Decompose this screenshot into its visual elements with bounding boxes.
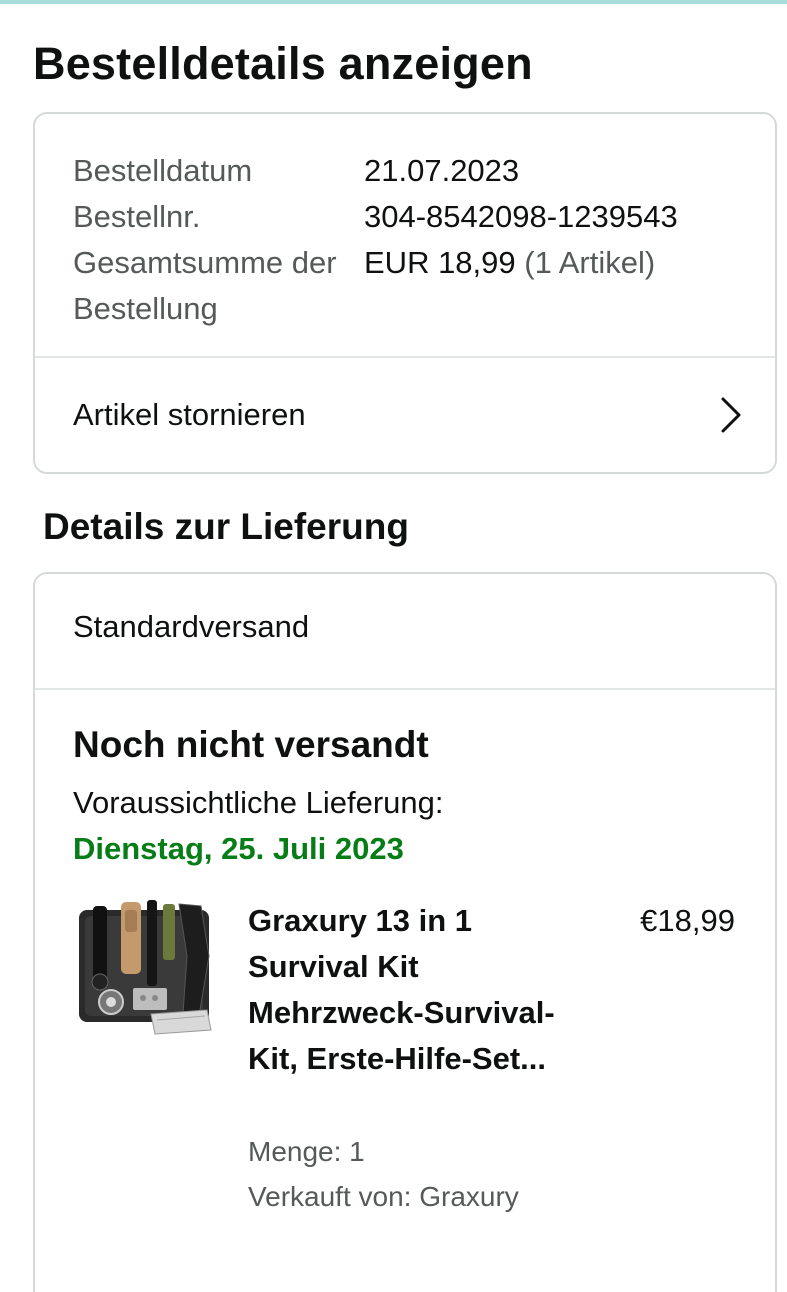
order-summary-card: Bestelldatum 21.07.2023 Bestellnr. 304-8… xyxy=(33,112,777,474)
product-seller: Verkauft von: Graxury xyxy=(248,1181,519,1212)
order-date-value: 21.07.2023 xyxy=(364,153,520,188)
order-total-row: Gesamtsumme der Bestellung EUR 18,99 (1 … xyxy=(73,240,678,332)
delivery-section-title: Details zur Lieferung xyxy=(43,506,409,547)
cancel-items-label: Artikel stornieren xyxy=(73,397,306,432)
page-title: Bestelldetails anzeigen xyxy=(33,38,533,89)
chevron-right-icon xyxy=(721,397,741,433)
order-number-value: 304-8542098-1239543 xyxy=(364,199,678,234)
shipping-method: Standardversand xyxy=(73,609,310,644)
survival-kit-product-image[interactable] xyxy=(71,896,221,1042)
order-date-label: Bestelldatum xyxy=(73,153,253,188)
order-date-row: Bestelldatum 21.07.2023 xyxy=(73,148,678,194)
shipment-status: Noch nicht versandt xyxy=(73,724,429,765)
order-total-value: EUR 18,99 (1 Artikel) xyxy=(364,240,655,332)
delivery-card: Standardversand Noch nicht versandt Vora… xyxy=(33,572,777,1292)
estimated-delivery-label: Voraussichtliche Lieferung: xyxy=(73,785,444,820)
product-price: €18,99 xyxy=(640,903,735,938)
order-total-amount: EUR 18,99 xyxy=(364,245,516,280)
top-accent-bar xyxy=(0,0,787,4)
divider xyxy=(35,688,775,690)
order-number-label: Bestellnr. xyxy=(73,199,201,234)
order-info-table: Bestelldatum 21.07.2023 Bestellnr. 304-8… xyxy=(73,148,678,332)
estimated-delivery-date: Dienstag, 25. Juli 2023 xyxy=(73,831,404,866)
order-number-row: Bestellnr. 304-8542098-1239543 xyxy=(73,194,678,240)
product-quantity: Menge: 1 xyxy=(248,1136,365,1167)
product-title-link[interactable]: Graxury 13 in 1 Survival Kit Mehrzweck-S… xyxy=(248,898,578,1082)
cancel-items-row[interactable]: Artikel stornieren xyxy=(35,358,775,474)
order-item-count: (1 Artikel) xyxy=(524,245,656,280)
order-total-label: Gesamtsumme der Bestellung xyxy=(73,245,337,326)
